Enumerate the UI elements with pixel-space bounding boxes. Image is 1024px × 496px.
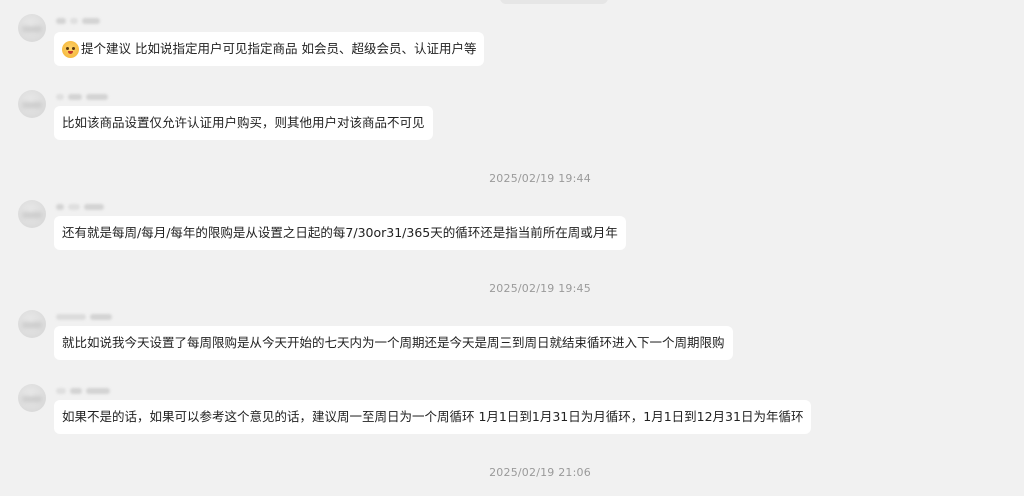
message-text: 比如该商品设置仅允许认证用户购买，则其他用户对该商品不可见: [62, 115, 425, 130]
chat-message-area[interactable]: 提个建议 比如说指定用户可见指定商品 如会员、超级会员、认证用户等 比如该商品设…: [0, 0, 1024, 496]
message-bubble[interactable]: 提个建议 比如说指定用户可见指定商品 如会员、超级会员、认证用户等: [54, 32, 485, 66]
avatar[interactable]: [18, 310, 46, 338]
smiley-emoji-icon: [62, 40, 79, 58]
message-bubble[interactable]: 还有就是每周/每月/每年的限购是从设置之日起的每7/30or31/365天的循环…: [54, 216, 626, 250]
message-bubble[interactable]: 就比如说我今天设置了每周限购是从今天开始的七天内为一个周期还是今天是周三到周日就…: [54, 326, 733, 360]
avatar[interactable]: [18, 14, 46, 42]
sender-name-blurred: [56, 92, 108, 102]
message-text: 如果不是的话，如果可以参考这个意见的话，建议周一至周日为一个周循环 1月1日到1…: [62, 409, 804, 424]
sender-name-blurred: [56, 202, 104, 212]
timestamp: 2025/02/19 21:06: [489, 466, 591, 479]
sender-name-blurred: [56, 16, 100, 26]
timestamp: 2025/02/19 19:44: [489, 172, 591, 185]
avatar[interactable]: [18, 200, 46, 228]
message-text: 提个建议 比如说指定用户可见指定商品 如会员、超级会员、认证用户等: [81, 41, 477, 56]
message-bubble[interactable]: 如果不是的话，如果可以参考这个意见的话，建议周一至周日为一个周循环 1月1日到1…: [54, 400, 812, 434]
avatar[interactable]: [18, 90, 46, 118]
sender-name-blurred: [56, 386, 110, 396]
message-bubble[interactable]: 比如该商品设置仅允许认证用户购买，则其他用户对该商品不可见: [54, 106, 433, 140]
timestamp: 2025/02/19 19:45: [489, 282, 591, 295]
previous-timestamp-pill: [500, 0, 608, 4]
message-text: 就比如说我今天设置了每周限购是从今天开始的七天内为一个周期还是今天是周三到周日就…: [62, 335, 725, 350]
message-text: 还有就是每周/每月/每年的限购是从设置之日起的每7/30or31/365天的循环…: [62, 225, 618, 240]
avatar[interactable]: [18, 384, 46, 412]
sender-name-blurred: [56, 312, 112, 322]
